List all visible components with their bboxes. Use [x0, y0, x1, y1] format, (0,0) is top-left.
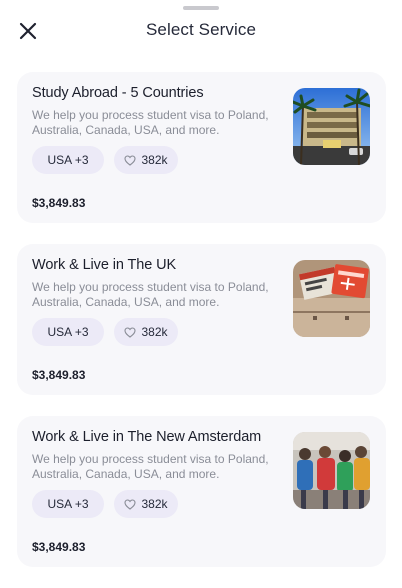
- sheet-grabber[interactable]: [183, 6, 219, 10]
- countries-chip[interactable]: USA +3: [32, 490, 104, 518]
- building-palms-photo: [293, 88, 370, 165]
- service-description: We help you process student visa to Pola…: [32, 280, 269, 309]
- countries-chip[interactable]: USA +3: [32, 318, 104, 346]
- service-list: Study Abroad - 5 Countries We help you p…: [17, 72, 386, 588]
- countries-label: USA +3: [47, 325, 89, 339]
- heart-icon: [124, 154, 137, 166]
- service-title: Work & Live in The New Amsterdam: [32, 429, 262, 445]
- header: Select Service: [0, 14, 402, 48]
- page-title: Select Service: [145, 20, 257, 39]
- service-card[interactable]: Study Abroad - 5 Countries We help you p…: [17, 72, 386, 223]
- service-title: Study Abroad - 5 Countries: [32, 85, 204, 101]
- service-price: $3,849.83: [32, 540, 86, 554]
- service-description: We help you process student visa to Pola…: [32, 108, 269, 137]
- service-chips: USA +3 382k: [32, 146, 178, 174]
- service-title: Work & Live in The UK: [32, 257, 177, 273]
- likes-chip[interactable]: 382k: [114, 318, 178, 346]
- likes-count: 382k: [141, 325, 168, 339]
- service-chips: USA +3 382k: [32, 490, 178, 518]
- likes-chip[interactable]: 382k: [114, 146, 178, 174]
- countries-label: USA +3: [47, 497, 89, 511]
- likes-count: 382k: [141, 153, 168, 167]
- service-card[interactable]: Work & Live in The UK We help you proces…: [17, 244, 386, 395]
- service-description: We help you process student visa to Pola…: [32, 452, 269, 481]
- service-chips: USA +3 382k: [32, 318, 178, 346]
- passport-tickets-photo: [293, 260, 370, 337]
- likes-chip[interactable]: 382k: [114, 490, 178, 518]
- countries-label: USA +3: [47, 153, 89, 167]
- countries-chip[interactable]: USA +3: [32, 146, 104, 174]
- heart-icon: [124, 498, 137, 510]
- likes-count: 382k: [141, 497, 168, 511]
- travelers-backpacks-photo: [293, 432, 370, 509]
- service-price: $3,849.83: [32, 196, 86, 210]
- service-card[interactable]: Work & Live in The New Amsterdam We help…: [17, 416, 386, 567]
- heart-icon: [124, 326, 137, 338]
- service-price: $3,849.83: [32, 368, 86, 382]
